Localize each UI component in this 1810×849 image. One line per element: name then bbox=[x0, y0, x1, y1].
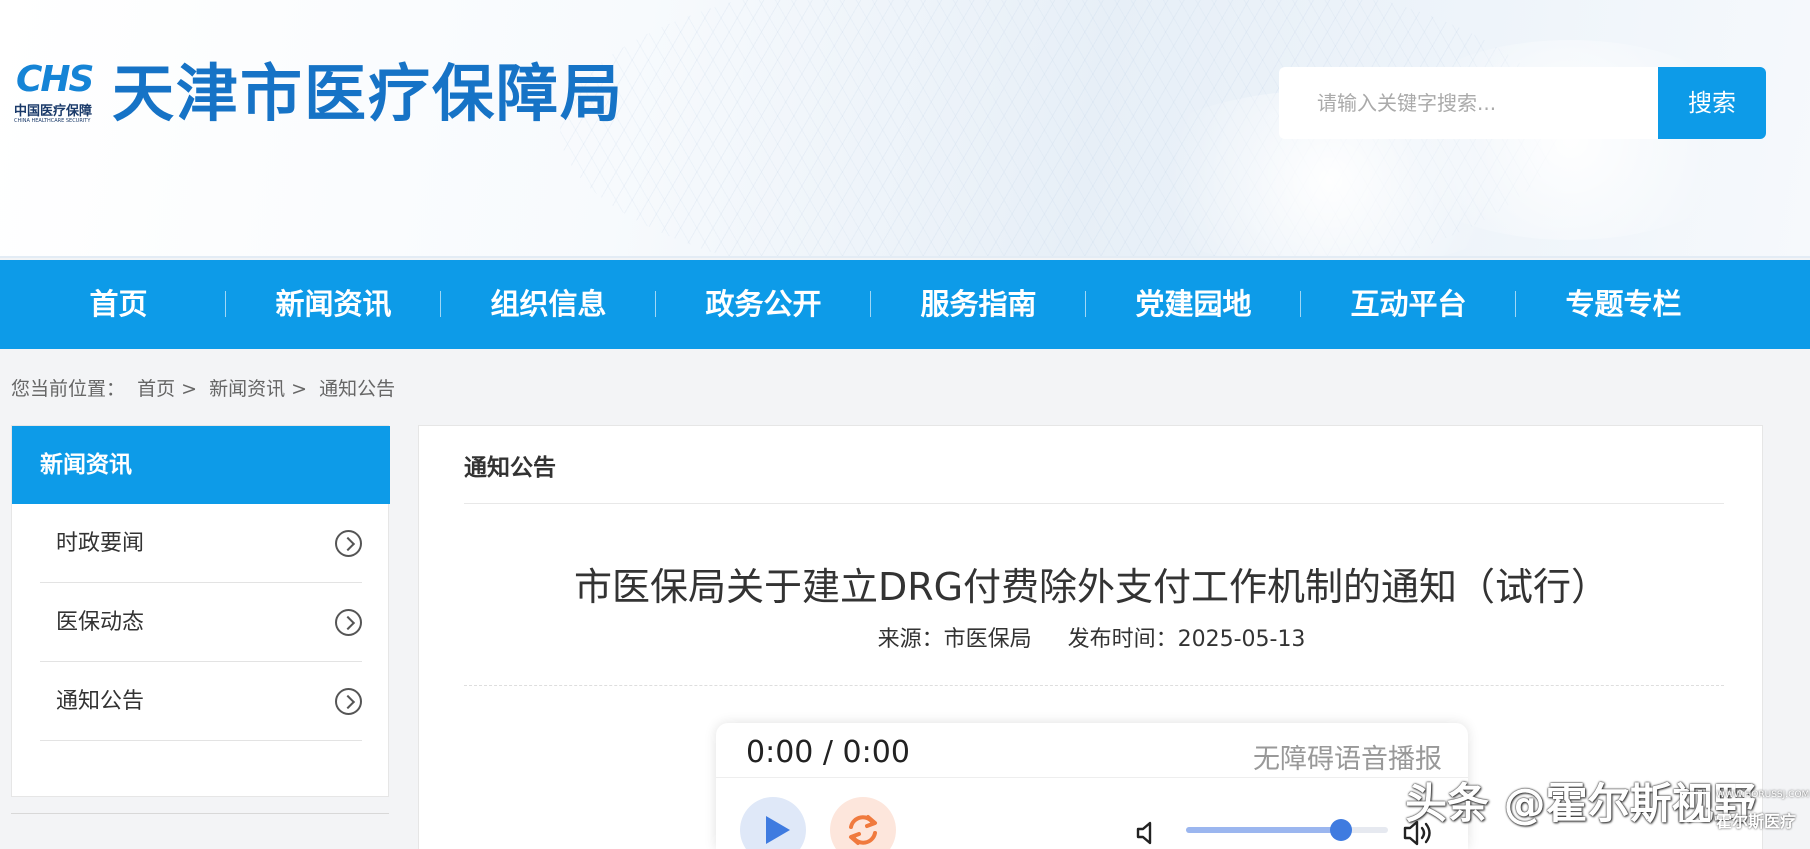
nav-item-home[interactable]: 首页 bbox=[11, 260, 226, 349]
sidebar-item-label: 通知公告 bbox=[56, 689, 145, 714]
nav-item-topics[interactable]: 专题专栏 bbox=[1516, 260, 1731, 349]
section-title: 通知公告 bbox=[464, 455, 556, 481]
nav-item-interaction[interactable]: 互动平台 bbox=[1301, 260, 1516, 349]
article-source: 来源：市医保局 bbox=[877, 627, 1032, 652]
search-input[interactable]: 请输入关键字搜索... bbox=[1279, 67, 1659, 139]
sidebar-title[interactable]: 新闻资讯 bbox=[12, 426, 390, 504]
main-nav: 首页 新闻资讯 组织信息 政务公开 服务指南 党建园地 互动平台 专题专栏 bbox=[0, 260, 1810, 349]
site-title: 天津市医疗保障局 bbox=[112, 57, 625, 130]
volume-low-icon[interactable] bbox=[1134, 819, 1162, 847]
logo-cn-text: 中国医疗保障 bbox=[14, 104, 93, 119]
chevron-right-circle-icon bbox=[335, 530, 362, 557]
divider bbox=[11, 813, 389, 814]
breadcrumb-item-news[interactable]: 新闻资讯 > bbox=[209, 378, 307, 400]
player-time: 0:00 / 0:00 bbox=[746, 735, 910, 770]
nav-item-party[interactable]: 党建园地 bbox=[1086, 260, 1301, 349]
breadcrumb-item-home[interactable]: 首页 > bbox=[137, 378, 197, 400]
replay-button[interactable] bbox=[830, 797, 896, 849]
article-meta: 来源：市医保局 发布时间：2025-05-13 bbox=[419, 621, 1764, 653]
volume-slider-handle[interactable] bbox=[1330, 819, 1352, 841]
sidebar-item-insurance-news[interactable]: 医保动态 bbox=[40, 583, 362, 662]
nav-item-government[interactable]: 政务公开 bbox=[656, 260, 871, 349]
site-logo[interactable]: CHS 中国医疗保障 CHINA HEALTHCARE SECURITY 天津市… bbox=[14, 57, 674, 130]
article-title: 市医保局关于建立DRG付费除外支付工作机制的通知（试行） bbox=[573, 565, 1610, 609]
chevron-right-circle-icon bbox=[335, 609, 362, 636]
breadcrumb-item-notices[interactable]: 通知公告 bbox=[319, 378, 395, 400]
volume-slider-fill bbox=[1186, 827, 1341, 833]
play-button[interactable] bbox=[740, 797, 806, 849]
article-publish-time: 发布时间：2025-05-13 bbox=[1067, 627, 1306, 652]
nav-item-services[interactable]: 服务指南 bbox=[871, 260, 1086, 349]
search-button[interactable]: 搜索 bbox=[1658, 67, 1766, 139]
divider bbox=[464, 685, 1724, 686]
sidebar: 新闻资讯 时政要闻 医保动态 通知公告 bbox=[11, 425, 390, 797]
divider bbox=[716, 777, 1468, 778]
sidebar-item-notices[interactable]: 通知公告 bbox=[40, 662, 362, 741]
watermark-logo: WWW.HORUSSJ.COM 霍尔斯医疗 bbox=[1680, 790, 1809, 832]
watermark-logo-icon bbox=[1680, 792, 1710, 822]
nav-item-organization[interactable]: 组织信息 bbox=[441, 260, 656, 349]
chevron-right-circle-icon bbox=[335, 688, 362, 715]
chs-logo-mark: CHS 中国医疗保障 CHINA HEALTHCARE SECURITY bbox=[14, 59, 110, 125]
sidebar-item-politics[interactable]: 时政要闻 bbox=[40, 504, 362, 583]
sidebar-item-label: 时政要闻 bbox=[56, 531, 145, 556]
replay-icon bbox=[849, 815, 877, 845]
breadcrumb-prefix: 您当前位置： bbox=[11, 378, 126, 400]
site-header: CHS 中国医疗保障 CHINA HEALTHCARE SECURITY 天津市… bbox=[0, 0, 1810, 258]
watermark-name: 霍尔斯医疗 bbox=[1716, 812, 1797, 831]
breadcrumb: 您当前位置： 首页 > 新闻资讯 > 通知公告 bbox=[11, 374, 401, 404]
logo-en-text: CHINA HEALTHCARE SECURITY bbox=[14, 118, 91, 124]
watermark-url: WWW.HORUSSJ.COM bbox=[1716, 790, 1810, 800]
nav-item-news[interactable]: 新闻资讯 bbox=[226, 260, 441, 349]
audio-player: 0:00 / 0:00 无障碍语音播报 bbox=[716, 723, 1468, 849]
sidebar-item-label: 医保动态 bbox=[56, 610, 145, 635]
logo-mark-text: CHS bbox=[16, 59, 94, 100]
divider bbox=[464, 503, 1724, 504]
